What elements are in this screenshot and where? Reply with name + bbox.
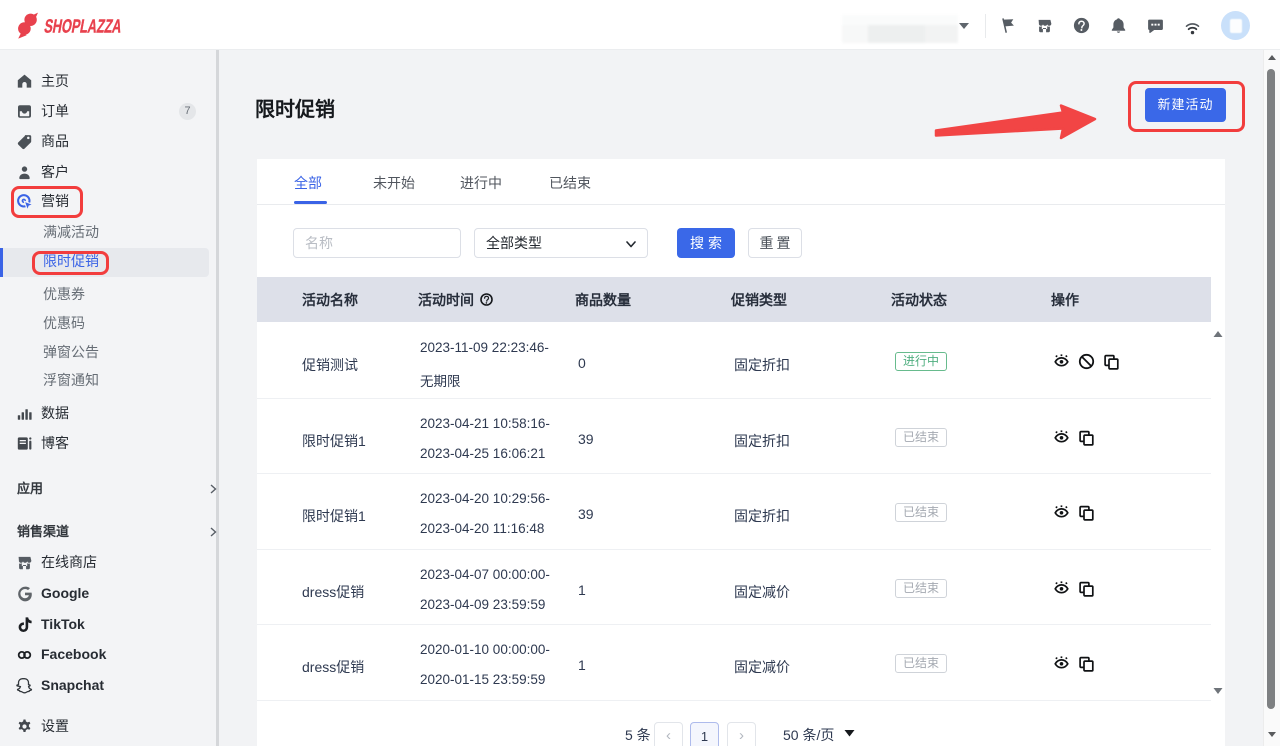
svg-text:SHOPLAZZA: SHOPLAZZA <box>43 16 124 37</box>
